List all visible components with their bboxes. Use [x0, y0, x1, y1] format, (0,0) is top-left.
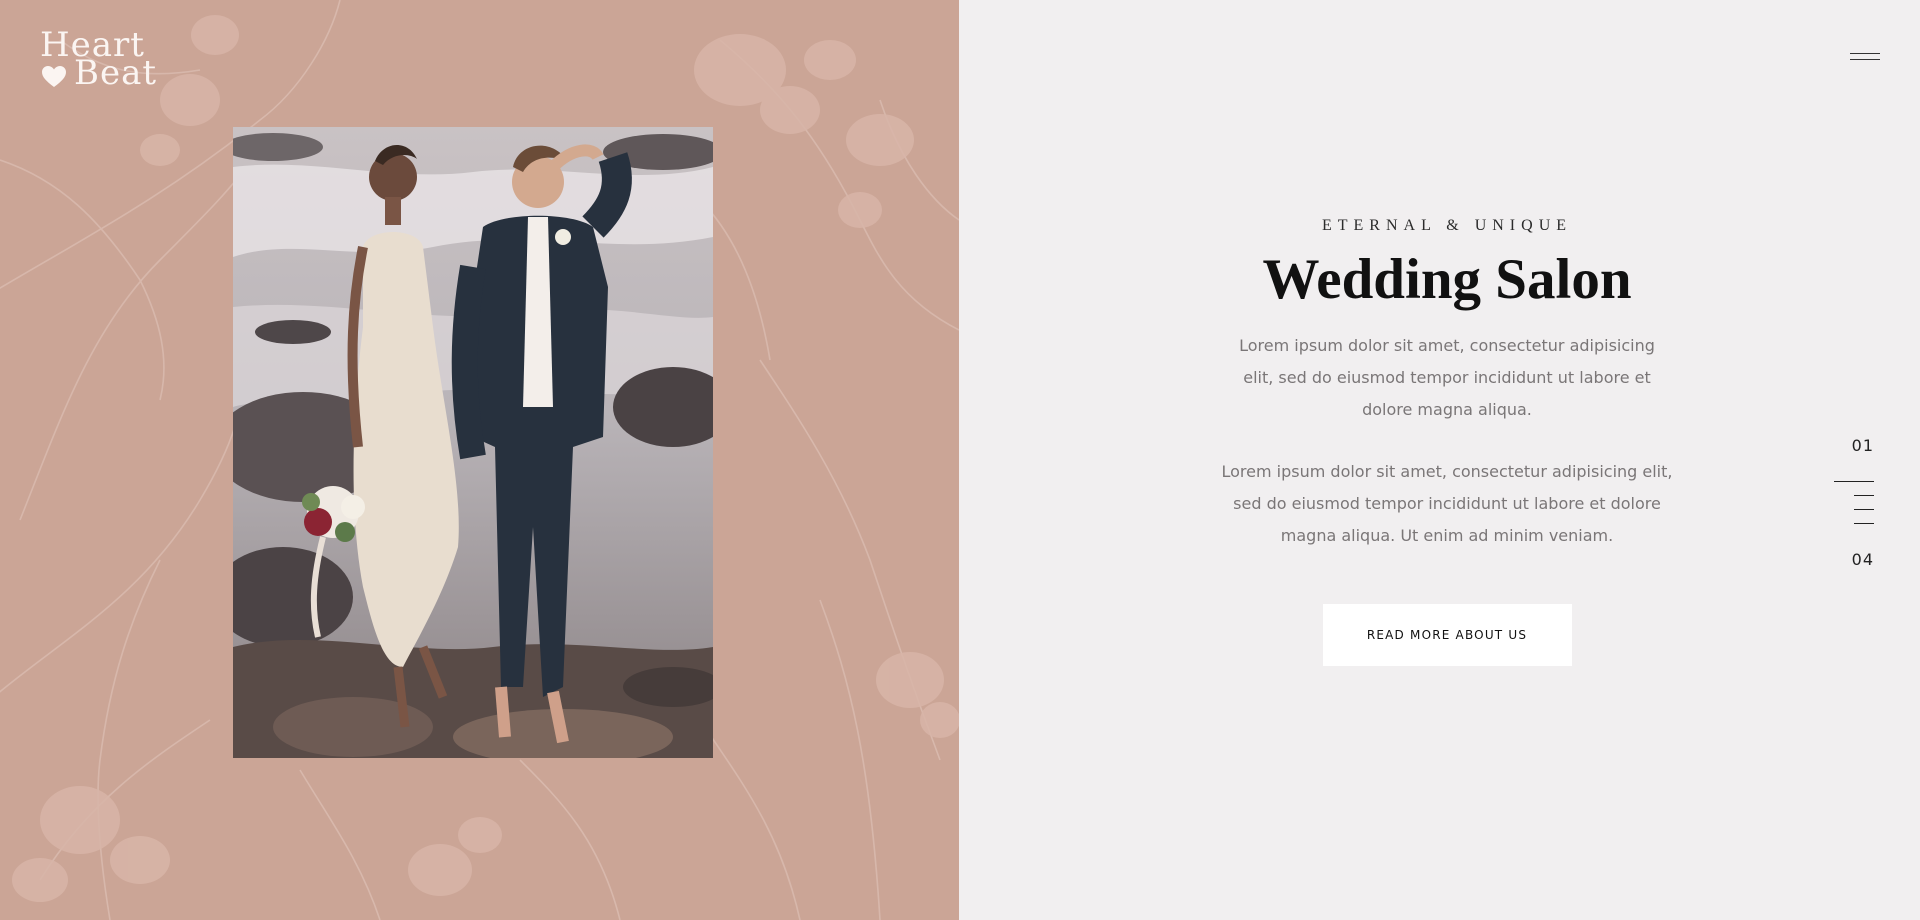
hero-paragraph-2: Lorem ipsum dolor sit amet, consectetur …	[1221, 462, 1673, 545]
hero-eyebrow: ETERNAL & UNIQUE	[1321, 217, 1573, 234]
pager-dot[interactable]	[1854, 509, 1874, 510]
wedding-couple-photo	[233, 127, 713, 758]
pager-total-number: 04	[1851, 550, 1874, 569]
menu-line	[1850, 59, 1880, 60]
hero-paragraph-1: Lorem ipsum dolor sit amet, consectetur …	[1239, 336, 1655, 419]
hero-content: ETERNAL & UNIQUE Wedding Salon Lorem ips…	[1187, 210, 1707, 666]
hamburger-menu-icon[interactable]	[1850, 50, 1880, 64]
pager-dot-active[interactable]	[1834, 481, 1874, 482]
slide-pager: 01 04	[1830, 436, 1890, 576]
menu-line	[1850, 53, 1880, 54]
pager-dot[interactable]	[1854, 523, 1874, 524]
page-title: Wedding Salon	[1262, 248, 1632, 311]
hero-image-panel: Heart Beat	[0, 0, 959, 920]
brand-logo[interactable]: Heart Beat	[40, 28, 170, 90]
pager-current-number: 01	[1851, 436, 1874, 455]
pager-dot[interactable]	[1854, 495, 1874, 496]
heart-icon	[42, 66, 66, 87]
read-more-button[interactable]: READ MORE ABOUT US	[1322, 604, 1572, 666]
logo-word-beat: Beat	[74, 53, 158, 93]
